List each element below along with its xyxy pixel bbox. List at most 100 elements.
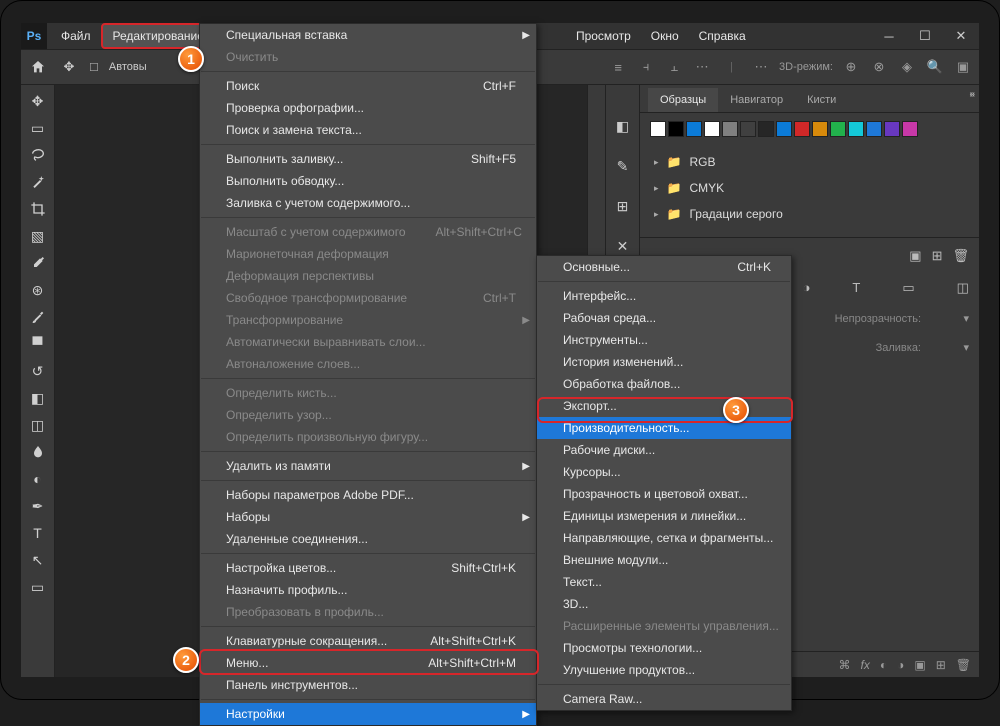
pan-icon[interactable]: ⊗ xyxy=(869,57,889,77)
align-icon3[interactable]: ⫠ xyxy=(664,57,684,77)
swatch[interactable] xyxy=(704,121,720,137)
menu-item[interactable]: Проверка орфографии... xyxy=(200,97,536,119)
delete-icon[interactable]: 🗑 xyxy=(956,658,971,672)
menu-item[interactable]: Выполнить заливку...Shift+F5 xyxy=(200,148,536,170)
menu-item[interactable]: Курсоры... xyxy=(537,461,791,483)
minimize-button[interactable]: ─ xyxy=(871,23,907,49)
eraser-tool[interactable]: ◧ xyxy=(24,386,52,410)
swatch[interactable] xyxy=(650,121,666,137)
blur-tool[interactable] xyxy=(24,440,52,464)
brush-tool[interactable] xyxy=(24,305,52,329)
folder-row[interactable]: ▸📁CMYK xyxy=(640,175,979,201)
folder-icon[interactable]: ▣ xyxy=(909,248,921,264)
menu-item[interactable]: Поиск и замена текста... xyxy=(200,119,536,141)
menu-item[interactable]: История изменений... xyxy=(537,351,791,373)
menu-item[interactable]: Рабочая среда... xyxy=(537,307,791,329)
swatch[interactable] xyxy=(884,121,900,137)
menu-item[interactable]: Панель инструментов... xyxy=(200,674,536,696)
tab-navigator[interactable]: Навигатор xyxy=(718,88,795,112)
menu-item[interactable]: Настройки▶ xyxy=(200,703,536,725)
align-icon[interactable]: ≡ xyxy=(608,57,628,77)
menu-item[interactable]: Наборы▶ xyxy=(200,506,536,528)
mask-icon[interactable]: ◐ xyxy=(880,658,887,672)
menu-item[interactable]: Удаленные соединения... xyxy=(200,528,536,550)
crop-tool[interactable] xyxy=(24,197,52,221)
adjustments-panel-icon[interactable]: ✕ xyxy=(612,235,634,257)
lasso-tool[interactable] xyxy=(24,143,52,167)
home-button[interactable] xyxy=(27,56,49,78)
menu-item[interactable]: Рабочие диски... xyxy=(537,439,791,461)
menu-item[interactable]: Обработка файлов... xyxy=(537,373,791,395)
menu-item[interactable]: Клавиатурные сокращения...Alt+Shift+Ctrl… xyxy=(200,630,536,652)
trash-icon[interactable]: 🗑 xyxy=(952,248,969,264)
wand-tool[interactable] xyxy=(24,170,52,194)
search-icon[interactable]: 🔍 xyxy=(925,57,945,77)
move-tool[interactable]: ✥ xyxy=(24,89,52,113)
swatch[interactable] xyxy=(668,121,684,137)
shape-tool[interactable]: ▭ xyxy=(24,575,52,599)
swatch[interactable] xyxy=(722,121,738,137)
menu-help[interactable]: Справка xyxy=(689,23,756,49)
pen-tool[interactable]: ✒ xyxy=(24,494,52,518)
menu-item[interactable]: Удалить из памяти▶ xyxy=(200,455,536,477)
path-tool[interactable]: ↖ xyxy=(24,548,52,572)
link-icon[interactable]: ⌘ xyxy=(839,658,851,672)
swatch[interactable] xyxy=(830,121,846,137)
menu-item[interactable]: Наборы параметров Adobe PDF... xyxy=(200,484,536,506)
workspace-icon[interactable]: ▣ xyxy=(953,57,973,77)
swatch[interactable] xyxy=(758,121,774,137)
menu-item[interactable]: Улучшение продуктов... xyxy=(537,659,791,681)
menu-item[interactable]: Внешние модули... xyxy=(537,549,791,571)
orbit-icon[interactable]: ⊕ xyxy=(841,57,861,77)
close-button[interactable]: ✕ xyxy=(943,23,979,49)
new-icon[interactable]: ⊞ xyxy=(932,248,943,264)
swatch[interactable] xyxy=(866,121,882,137)
brush-panel-icon[interactable]: ✎ xyxy=(612,155,634,177)
menu-item[interactable]: Меню...Alt+Shift+Ctrl+M xyxy=(200,652,536,674)
menu-item[interactable]: Инструменты... xyxy=(537,329,791,351)
menu-item[interactable]: ПоискCtrl+F xyxy=(200,75,536,97)
menu-item[interactable]: Производительность... xyxy=(537,417,791,439)
menu-item[interactable]: Выполнить обводку... xyxy=(200,170,536,192)
menu-item[interactable]: Просмотры технологии... xyxy=(537,637,791,659)
marquee-tool[interactable]: ▭ xyxy=(24,116,52,140)
menu-window[interactable]: Окно xyxy=(641,23,689,49)
align-icon2[interactable]: ⫞ xyxy=(636,57,656,77)
tab-swatches[interactable]: Образцы xyxy=(648,88,718,112)
color-panel-icon[interactable]: ◧ xyxy=(612,115,634,137)
folder-row[interactable]: ▸📁Градации серого xyxy=(640,201,979,227)
distribute-icon[interactable]: ⋯ xyxy=(692,57,712,77)
dodge-tool[interactable]: ◐ xyxy=(24,467,52,491)
menu-item[interactable]: Специальная вставка▶ xyxy=(200,24,536,46)
swatch[interactable] xyxy=(740,121,756,137)
folder-row[interactable]: ▸📁RGB xyxy=(640,149,979,175)
frame-tool[interactable]: ▧ xyxy=(24,224,52,248)
menu-item[interactable]: Основные...Ctrl+K xyxy=(537,256,791,278)
menu-item[interactable]: 3D... xyxy=(537,593,791,615)
eyedropper-tool[interactable] xyxy=(24,251,52,275)
tab-brushes[interactable]: Кисти xyxy=(795,88,848,112)
new-layer-icon[interactable]: ⊞ xyxy=(936,658,946,672)
menu-item[interactable]: Назначить профиль... xyxy=(200,579,536,601)
menu-item[interactable]: Направляющие, сетка и фрагменты... xyxy=(537,527,791,549)
menu-item[interactable]: Настройка цветов...Shift+Ctrl+K xyxy=(200,557,536,579)
menu-item[interactable]: Единицы измерения и линейки... xyxy=(537,505,791,527)
fx-icon[interactable]: fx xyxy=(861,658,870,672)
dolly-icon[interactable]: ◈ xyxy=(897,57,917,77)
adjust-icon[interactable]: ◑ xyxy=(897,658,904,672)
swatch[interactable] xyxy=(902,121,918,137)
swatch[interactable] xyxy=(686,121,702,137)
swatch[interactable] xyxy=(776,121,792,137)
heal-tool[interactable]: ⊛ xyxy=(24,278,52,302)
menu-item[interactable]: Заливка с учетом содержимого... xyxy=(200,192,536,214)
menu-file[interactable]: Файл xyxy=(51,23,101,49)
character-panel-icon[interactable]: ⊞ xyxy=(612,195,634,217)
menu-view[interactable]: Просмотр xyxy=(566,23,641,49)
menu-item[interactable]: Экспорт... xyxy=(537,395,791,417)
swatch[interactable] xyxy=(812,121,828,137)
history-brush-tool[interactable]: ↺ xyxy=(24,359,52,383)
menu-item[interactable]: Camera Raw... xyxy=(537,688,791,710)
swatch[interactable] xyxy=(794,121,810,137)
menu-item[interactable]: Интерфейс... xyxy=(537,285,791,307)
gradient-tool[interactable]: ◫ xyxy=(24,413,52,437)
